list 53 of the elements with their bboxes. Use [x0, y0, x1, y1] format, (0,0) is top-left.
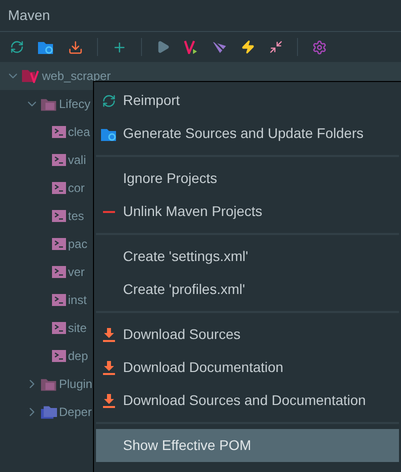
- add-icon[interactable]: [112, 40, 127, 54]
- folder-icon: [41, 98, 57, 110]
- tree-item-label[interactable]: tes: [68, 207, 84, 225]
- folder-icon: [41, 406, 57, 418]
- download-icon: [103, 328, 115, 342]
- download-icon: [103, 394, 115, 408]
- tree-item-label[interactable]: inst: [68, 291, 87, 309]
- menu-item[interactable]: Download Documentation: [96, 351, 399, 384]
- skip-tests-icon[interactable]: [212, 40, 227, 54]
- menu-item[interactable]: Ignore Projects: [96, 162, 399, 195]
- maven-folder-icon: [22, 69, 40, 83]
- tree-item-label[interactable]: vali: [68, 151, 86, 169]
- terminal-icon: [52, 238, 66, 250]
- tree-item-label[interactable]: cor: [68, 179, 85, 197]
- tree-item-label[interactable]: Lifecy: [59, 95, 90, 113]
- tree-item-label[interactable]: pac: [68, 235, 88, 253]
- download-icon[interactable]: [68, 40, 83, 54]
- folder-icon: [41, 378, 57, 390]
- terminal-icon: [52, 294, 66, 306]
- tree-item-label[interactable]: Deper: [59, 403, 92, 421]
- tree-item-label[interactable]: site: [68, 319, 87, 337]
- collapse-icon[interactable]: [269, 40, 283, 54]
- tree-item-label[interactable]: clea: [68, 123, 90, 141]
- menu-item[interactable]: Generate Sources and Update Folders: [96, 117, 399, 150]
- folder-sync-icon: [101, 126, 117, 140]
- menu-item[interactable]: Show Effective POM: [96, 429, 399, 462]
- lightning-icon[interactable]: [241, 40, 255, 54]
- download-icon: [103, 360, 115, 374]
- panel-title: Maven: [8, 6, 50, 25]
- folder-sync-icon: [38, 40, 54, 54]
- sync-icon: [102, 94, 116, 108]
- maven-run-icon[interactable]: [184, 40, 198, 54]
- sync-icon[interactable]: [10, 40, 24, 54]
- tree-item-label[interactable]: dep: [68, 347, 88, 365]
- tree-item-label[interactable]: ver: [68, 263, 85, 281]
- menu-item[interactable]: Create 'settings.xml': [96, 240, 399, 273]
- tree-item-label[interactable]: web_scraper: [42, 67, 111, 85]
- menu-item[interactable]: Reimport: [96, 84, 399, 117]
- run-icon[interactable]: [156, 40, 170, 54]
- terminal-icon: [52, 126, 66, 138]
- settings-icon[interactable]: [312, 40, 327, 54]
- terminal-icon: [52, 266, 66, 278]
- terminal-icon: [52, 210, 66, 222]
- menu-item[interactable]: Download Sources: [96, 318, 399, 351]
- minus-icon: [103, 210, 115, 212]
- terminal-icon: [52, 350, 66, 362]
- menu-item[interactable]: Create 'profiles.xml': [96, 273, 399, 306]
- menu-item[interactable]: Download Sources and Documentation: [96, 384, 399, 417]
- tree-item-label[interactable]: Plugin: [59, 375, 92, 393]
- menu-item[interactable]: Unlink Maven Projects: [96, 195, 399, 228]
- terminal-icon: [52, 154, 66, 166]
- terminal-icon: [52, 322, 66, 334]
- terminal-icon: [52, 182, 66, 194]
